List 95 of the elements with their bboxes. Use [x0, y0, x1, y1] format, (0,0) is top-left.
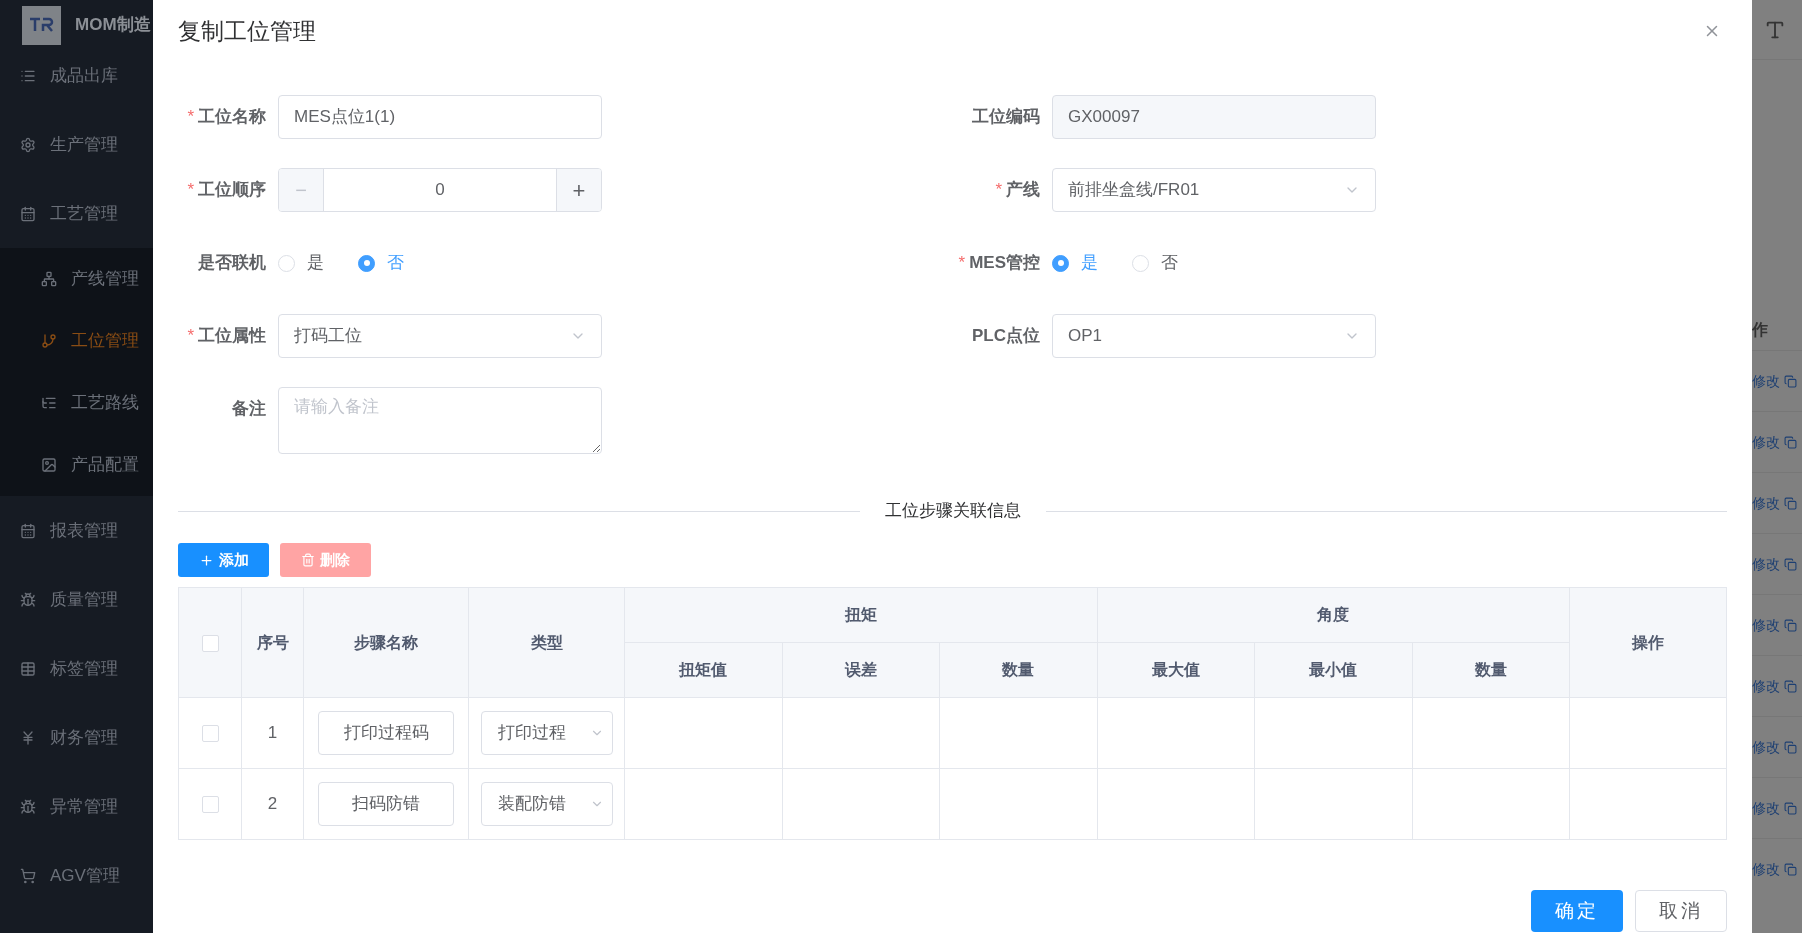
column-header: 类型 [468, 587, 625, 698]
edit-link[interactable]: 修改 [1752, 675, 1780, 697]
field-label: 是否联机 [197, 252, 267, 275]
table-icon [20, 660, 36, 677]
column-header: 最小值 [1254, 642, 1412, 698]
row-checkbox[interactable] [201, 796, 219, 814]
sitemap-icon [41, 271, 57, 287]
select-field[interactable]: OP1 [1052, 314, 1376, 358]
yen-icon [20, 729, 36, 746]
sidebar-item[interactable]: 产品配置 [0, 434, 153, 496]
column-header: 扭矩值 [624, 642, 782, 698]
copy-icon[interactable] [1784, 557, 1797, 571]
copy-icon[interactable] [1784, 740, 1797, 754]
edit-link[interactable]: 修改 [1752, 858, 1780, 880]
column-header: 最大值 [1097, 642, 1255, 698]
type-select[interactable]: 装配防错 [480, 782, 613, 826]
sidebar-item[interactable]: 报表管理 [0, 496, 153, 565]
select-all-checkbox[interactable] [201, 634, 219, 652]
copy-icon[interactable] [1784, 496, 1797, 510]
calendar-icon [20, 205, 36, 222]
dialog-title: 复制工位管理 [178, 16, 316, 46]
field-label: * 工位属性 [186, 325, 267, 348]
column-header: 操作 [1569, 587, 1727, 698]
sidebar-item[interactable]: 工艺路线 [0, 372, 153, 434]
sidebar-item[interactable]: 产线管理 [0, 248, 153, 310]
brand-name: MOM制造 [75, 14, 151, 37]
table-cell: 2 [241, 768, 304, 840]
sidebar-item[interactable]: 工位管理 [0, 310, 153, 372]
field-label: PLC点位 [971, 325, 1041, 348]
sidebar-item[interactable]: 标签管理 [0, 634, 153, 703]
gear-icon [20, 136, 36, 153]
column-header: 误差 [782, 642, 940, 698]
sidebar-item[interactable]: 财务管理 [0, 703, 153, 772]
increment-button[interactable]: + [556, 169, 601, 211]
edit-link[interactable]: 修改 [1752, 370, 1780, 392]
remarks-field[interactable]: 请输入备注 [278, 387, 602, 454]
bug-icon [20, 591, 36, 608]
bug-icon [20, 798, 36, 815]
edit-link[interactable]: 修改 [1752, 431, 1780, 453]
column-group-header: 扭矩 [624, 587, 1097, 643]
sidebar-item[interactable]: 成品出库 [0, 41, 153, 110]
number-field[interactable]: − 0 + [278, 168, 602, 212]
radio-option[interactable]: 是 [1052, 250, 1098, 276]
sidebar-item[interactable]: 异常管理 [0, 772, 153, 841]
row-checkbox[interactable] [201, 725, 219, 743]
edit-link[interactable]: 修改 [1752, 492, 1780, 514]
column-header: 序号 [241, 587, 304, 698]
edit-link[interactable]: 修改 [1752, 736, 1780, 758]
column-header: 数量 [1412, 642, 1570, 698]
step-name-field[interactable]: 扫码防错 [318, 782, 454, 826]
radio-option[interactable]: 是 [278, 250, 324, 276]
radio-option[interactable]: 否 [1132, 250, 1178, 276]
plus-icon [198, 552, 214, 568]
logo-icon [22, 5, 61, 45]
list-tree-icon [41, 395, 57, 411]
copy-icon[interactable] [1784, 618, 1797, 632]
column-header: 步骤名称 [303, 587, 469, 698]
text-field[interactable]: MES点位1(1) [278, 95, 602, 139]
calendar-icon [20, 522, 36, 539]
field-label: * 工位名称 [186, 106, 267, 129]
cancel-button[interactable]: 取消 [1635, 890, 1727, 932]
field-label: * MES管控 [957, 252, 1041, 275]
trash-icon [301, 553, 315, 567]
sidebar-item[interactable]: 质量管理 [0, 565, 153, 634]
select-field[interactable]: 前排坐盒线/FR01 [1052, 168, 1376, 212]
edit-link[interactable]: 修改 [1752, 614, 1780, 636]
field-label: * 工位顺序 [186, 179, 267, 202]
field-label: 备注 [231, 398, 267, 421]
section-title: 工位步骤关联信息 [883, 500, 1022, 523]
sidebar-item[interactable]: 生产管理 [0, 110, 153, 179]
image-icon [41, 457, 57, 473]
cart-icon [20, 867, 36, 884]
column-header: 作 [1752, 320, 1768, 340]
edit-link[interactable]: 修改 [1752, 553, 1780, 575]
confirm-button[interactable]: 确定 [1531, 890, 1623, 932]
type-select[interactable]: 打印过程 [480, 711, 613, 755]
column-group-header: 角度 [1097, 587, 1570, 643]
copy-icon[interactable] [1784, 435, 1797, 449]
sidebar-item[interactable]: 工艺管理 [0, 179, 153, 248]
branch-icon [41, 333, 57, 349]
field-label: * 产线 [994, 179, 1041, 202]
table-cell: 1 [241, 697, 304, 769]
step-name-field[interactable]: 打印过程码 [318, 711, 454, 755]
sidebar-item[interactable]: AGV管理 [0, 841, 153, 910]
edit-link[interactable]: 修改 [1752, 797, 1780, 819]
add-button[interactable]: 添加 [178, 543, 269, 577]
copy-icon[interactable] [1784, 801, 1797, 815]
field-label: 工位编码 [971, 106, 1041, 129]
copy-icon[interactable] [1784, 374, 1797, 388]
column-header: 数量 [939, 642, 1097, 698]
copy-icon[interactable] [1784, 679, 1797, 693]
select-field[interactable]: 打码工位 [278, 314, 602, 358]
copy-icon[interactable] [1784, 862, 1797, 876]
radio-option[interactable]: 否 [358, 250, 404, 276]
text-field[interactable]: GX00097 [1052, 95, 1376, 139]
